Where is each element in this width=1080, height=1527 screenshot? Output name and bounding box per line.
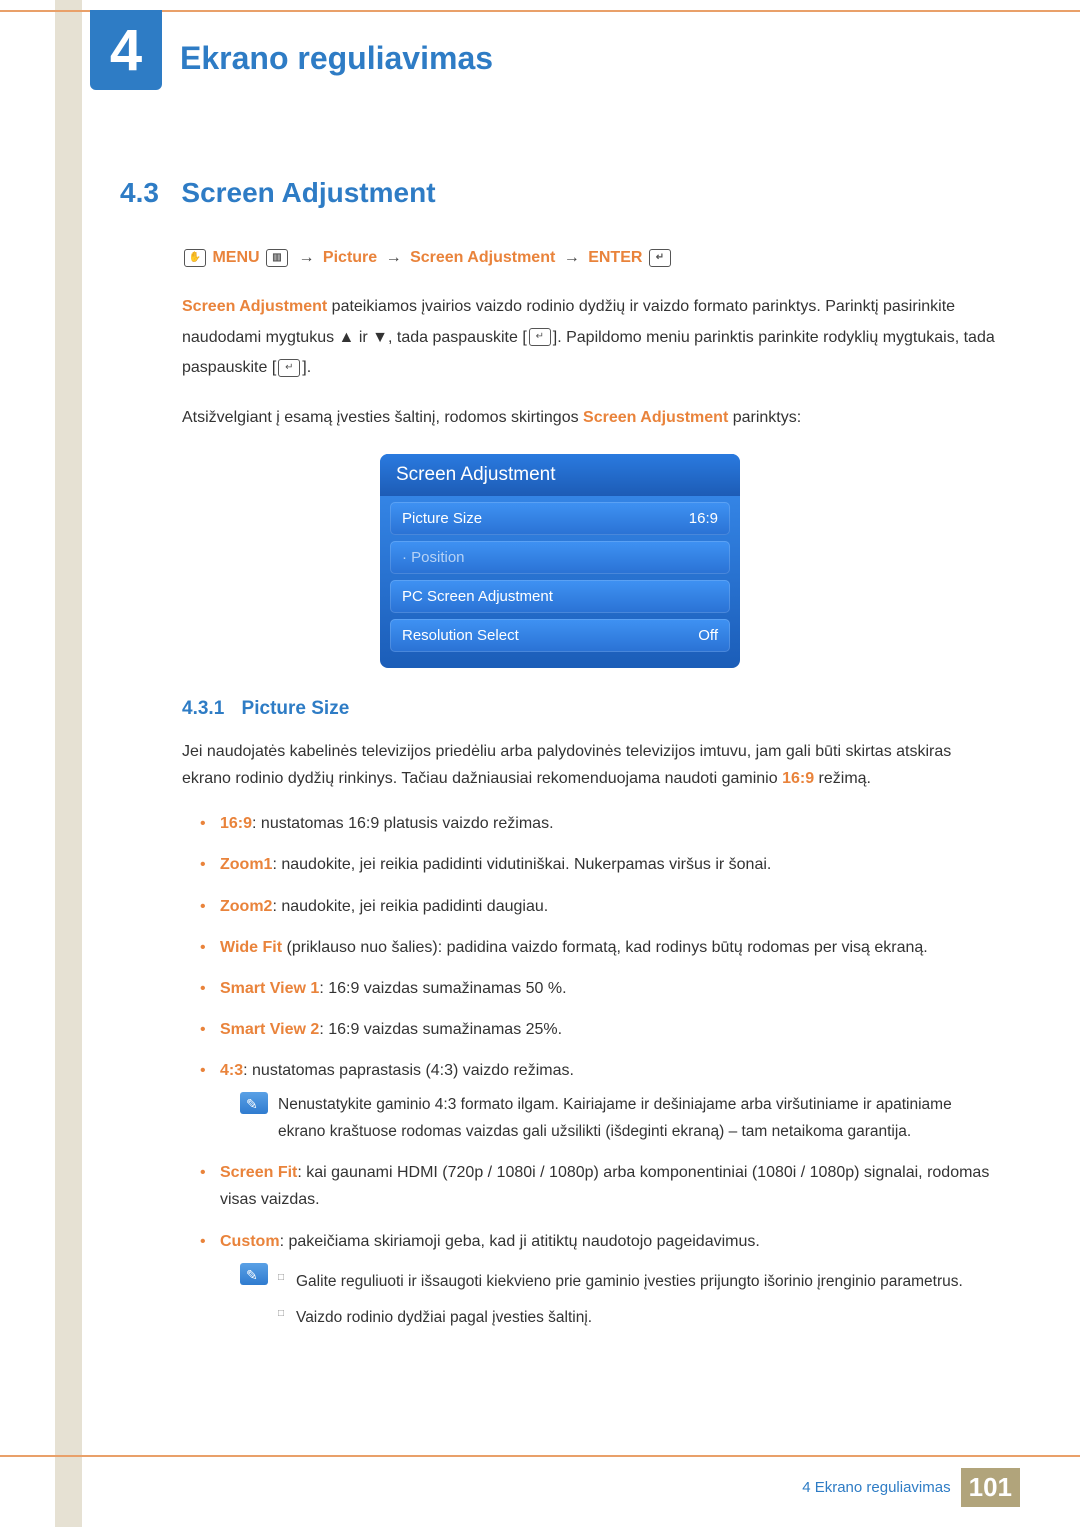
list-item: 4:3: nustatomas paprastasis (4:3) vaizdo… xyxy=(200,1057,990,1145)
osd-row-resolution-select: Resolution Select Off xyxy=(390,619,730,652)
list-item: Galite reguliuoti ir išsaugoti kiekvieno… xyxy=(278,1269,963,1295)
note-custom: Galite reguliuoti ir išsaugoti kiekvieno… xyxy=(240,1263,990,1342)
menu-keyword: MENU xyxy=(212,249,259,266)
list-item: Smart View 1: 16:9 vaizdas sumažinamas 5… xyxy=(200,975,990,1002)
note-4-3: Nenustatykite gaminio 4:3 formato ilgam.… xyxy=(240,1092,990,1145)
picture-size-modes-list: 16:9: nustatomas 16:9 platusis vaizdo re… xyxy=(200,810,990,1341)
osd-screen-adjustment-panel: Screen Adjustment Picture Size 16:9 · Po… xyxy=(380,454,740,668)
section-heading: 4.3 Screen Adjustment xyxy=(120,177,1000,209)
osd-row-pc-screen-adjustment: PC Screen Adjustment xyxy=(390,580,730,613)
enter-icon: ↵ xyxy=(529,328,551,346)
menu-navigation-path: ✋ MENU ▥ → Picture → Screen Adjustment →… xyxy=(182,249,1000,267)
enter-icon: ↵ xyxy=(278,359,300,377)
osd-row-position: · Position xyxy=(390,541,730,574)
list-item: Screen Fit: kai gaunami HDMI (720p / 108… xyxy=(200,1159,990,1213)
subsection-heading: 4.3.1 Picture Size xyxy=(182,698,1000,720)
list-item: Zoom1: naudokite, jei reikia padidinti v… xyxy=(200,851,990,878)
list-item: Zoom2: naudokite, jei reikia padidinti d… xyxy=(200,893,990,920)
intro-paragraph: Screen Adjustment pateikiamos įvairios v… xyxy=(182,292,1000,383)
note-icon xyxy=(240,1092,268,1114)
top-rule xyxy=(0,10,1080,12)
remote-icon: ✋ xyxy=(184,249,206,267)
osd-row-picture-size: Picture Size 16:9 xyxy=(390,502,730,535)
enter-icon: ↵ xyxy=(649,249,671,267)
list-item: Smart View 2: 16:9 vaizdas sumažinamas 2… xyxy=(200,1016,990,1043)
page-number: 101 xyxy=(961,1468,1020,1507)
chapter-number: 4 xyxy=(110,17,142,84)
picture-size-paragraph: Jei naudojatės kabelinės televizijos pri… xyxy=(182,738,990,792)
menu-grid-icon: ▥ xyxy=(266,249,288,267)
footer-rule xyxy=(0,1455,1080,1457)
list-item: Vaizdo rodinio dydžiai pagal įvesties ša… xyxy=(278,1305,963,1331)
section-title: Screen Adjustment xyxy=(181,177,435,208)
list-item: Wide Fit (priklauso nuo šalies): padidin… xyxy=(200,934,990,961)
depends-paragraph: Atsižvelgiant į esamą įvesties šaltinį, … xyxy=(182,403,1000,433)
osd-title: Screen Adjustment xyxy=(380,454,740,496)
list-item: Custom: pakeičiama skiriamoji geba, kad … xyxy=(200,1228,990,1342)
note-icon xyxy=(240,1263,268,1285)
custom-sublist: Galite reguliuoti ir išsaugoti kiekvieno… xyxy=(278,1269,963,1332)
chapter-badge: 4 xyxy=(90,10,162,90)
list-item: 16:9: nustatomas 16:9 platusis vaizdo re… xyxy=(200,810,990,837)
footer-text: 4 Ekrano reguliavimas xyxy=(802,1479,950,1496)
section-number: 4.3 xyxy=(120,177,159,209)
chapter-title: Ekrano reguliavimas xyxy=(180,40,1020,77)
page-footer: 4 Ekrano reguliavimas 101 xyxy=(802,1468,1020,1507)
